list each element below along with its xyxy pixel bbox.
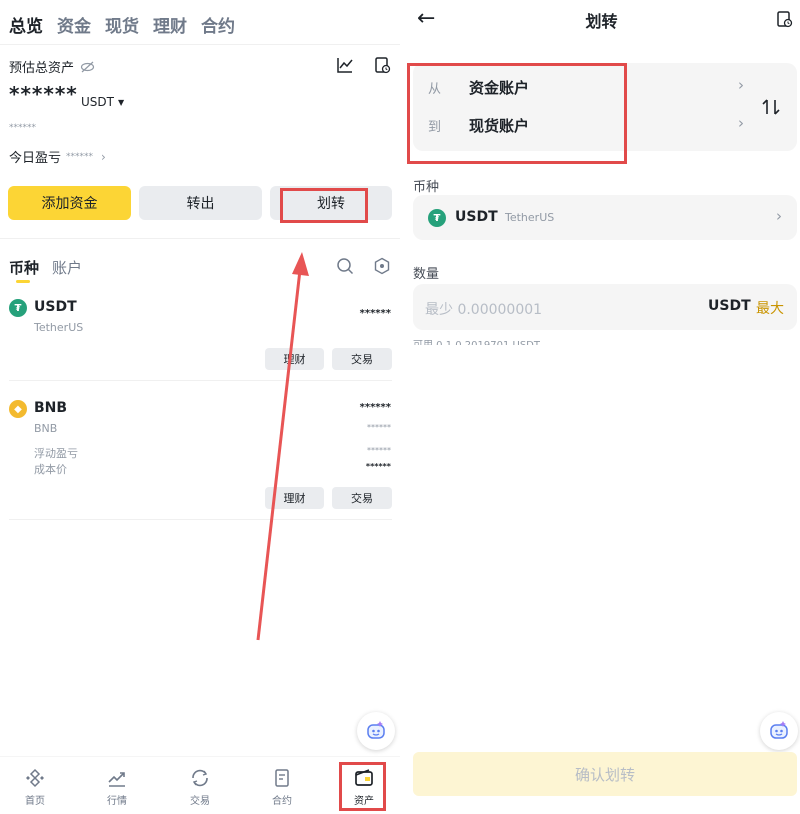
asset-name: BNB (34, 422, 58, 435)
asset-amount-masked: ****** (359, 402, 391, 413)
active-tab-indicator (16, 280, 30, 283)
caret-down-icon: ▼ (117, 97, 125, 107)
nav-trade[interactable]: 交易 (170, 768, 230, 807)
list-tab-coins[interactable]: 币种 (9, 257, 39, 278)
currency-selector[interactable]: USDT ▼ (81, 95, 124, 109)
row-divider (9, 519, 392, 520)
chevron-right-icon: › (776, 207, 782, 225)
nav-home-label: 首页 (25, 796, 45, 807)
list-item[interactable]: ₮ USDT TetherUS ****** 理财 交易 (0, 292, 400, 380)
section-divider (0, 238, 400, 239)
tab-earn[interactable]: 理财 (153, 12, 187, 37)
available-balance: 可用 0.1.0.2019701 USDT (413, 336, 540, 345)
today-pnl-label: 今日盈亏 (9, 151, 62, 166)
confirm-transfer-button[interactable]: 确认划转 (413, 752, 797, 796)
swap-accounts-icon[interactable] (761, 97, 781, 117)
nav-home[interactable]: 首页 (5, 768, 65, 807)
page-title: 划转 (585, 12, 618, 31)
usdt-coin-icon: ₮ (9, 299, 27, 317)
floating-pnl-masked: ****** (367, 446, 391, 455)
earn-button[interactable]: 理财 (265, 487, 324, 509)
amount-placeholder: 最少 0.00000001 (425, 302, 543, 318)
withdraw-button[interactable]: 转出 (139, 186, 262, 220)
coin-name: TetherUS (505, 211, 555, 224)
tab-overview[interactable]: 总览 (9, 12, 43, 37)
earn-button[interactable]: 理财 (265, 348, 324, 370)
row-divider (9, 380, 392, 381)
history-icon[interactable] (775, 10, 793, 28)
from-label: 从 (428, 82, 442, 97)
chevron-right-icon: › (738, 76, 744, 94)
chevron-right-icon: › (738, 114, 744, 132)
coin-selector[interactable]: ₮ USDT TetherUS › (413, 195, 797, 240)
nav-assets-label: 资产 (354, 796, 374, 807)
fiat-balance-masked: ****** (9, 123, 36, 133)
coin-symbol: USDT (455, 209, 498, 225)
transfer-button[interactable]: 划转 (270, 186, 392, 220)
nav-divider (0, 756, 400, 757)
estimated-total-row: 预估总资产 (9, 57, 95, 76)
trade-icon (192, 769, 208, 787)
add-funds-button[interactable]: 添加资金 (8, 186, 131, 220)
asset-name: TetherUS (34, 321, 84, 334)
to-account: 现货账户 (469, 117, 530, 135)
amount-unit: USDT (708, 298, 751, 314)
trade-button[interactable]: 交易 (332, 348, 392, 370)
bnb-coin-icon: ◆ (9, 400, 27, 418)
cost-price-masked: ****** (365, 462, 391, 471)
estimated-total-label: 预估总资产 (9, 61, 75, 76)
assistant-float-button[interactable] (357, 712, 395, 750)
hide-balance-icon[interactable] (80, 61, 95, 73)
from-account-row[interactable]: 从 资金账户 › (413, 63, 753, 107)
tab-spot[interactable]: 现货 (105, 12, 139, 37)
nav-futures-label: 合约 (272, 796, 292, 807)
today-pnl-masked: ****** (66, 151, 94, 162)
account-selector-card: 从 资金账户 › 到 现货账户 › (413, 63, 797, 151)
wallet-icon (355, 769, 373, 786)
tab-funding[interactable]: 资金 (57, 12, 91, 37)
from-account: 资金账户 (469, 79, 530, 97)
asset-subvalue-masked: ****** (367, 423, 391, 432)
asset-amount-masked: ****** (359, 308, 391, 319)
asset-symbol: BNB (34, 400, 68, 416)
markets-icon (108, 772, 125, 787)
usdt-coin-icon: ₮ (428, 209, 446, 227)
cost-price-label: 成本价 (34, 463, 67, 476)
header-divider (0, 44, 400, 45)
to-label: 到 (428, 120, 442, 135)
list-tab-accounts[interactable]: 账户 (52, 257, 82, 278)
assistant-bot-icon (367, 721, 385, 739)
tab-futures[interactable]: 合约 (201, 12, 235, 37)
assistant-float-button[interactable] (760, 712, 798, 750)
transfer-screen: ← 划转 从 资金账户 › 到 现货账户 › 币种 ₮ USDT TetherU… (403, 0, 800, 814)
asset-symbol: USDT (34, 299, 77, 315)
amount-input-field[interactable]: 最少 0.00000001 USDT 最大 (413, 284, 797, 330)
chevron-right-icon: › (101, 149, 106, 164)
futures-icon (275, 769, 289, 787)
to-account-row[interactable]: 到 现货账户 › (413, 107, 753, 151)
today-pnl-row[interactable]: 今日盈亏 ****** › (9, 147, 106, 167)
nav-markets[interactable]: 行情 (87, 768, 147, 807)
coin-section-label: 币种 (413, 180, 440, 195)
assistant-bot-icon (770, 721, 788, 739)
history-icon[interactable] (373, 56, 391, 74)
amount-section-label: 数量 (413, 267, 440, 282)
nav-assets[interactable]: 资产 (334, 768, 394, 807)
nav-futures[interactable]: 合约 (252, 768, 312, 807)
search-icon[interactable] (336, 257, 354, 275)
assets-overview-screen: 总览 资金 现货 理财 合约 预估总资产 ****** USDT ▼ *****… (0, 0, 400, 814)
nav-trade-label: 交易 (190, 796, 210, 807)
max-button[interactable]: 最大 (756, 298, 784, 318)
currency-label: USDT (81, 95, 114, 109)
chart-icon[interactable] (336, 56, 354, 74)
home-icon (26, 768, 44, 788)
nav-markets-label: 行情 (107, 796, 127, 807)
total-balance-masked: ****** (9, 82, 78, 106)
list-item[interactable]: ◆ BNB BNB ****** ****** 浮动盈亏 ****** 成本价 … (0, 392, 400, 518)
trade-button[interactable]: 交易 (332, 487, 392, 509)
floating-pnl-label: 浮动盈亏 (34, 447, 78, 460)
asset-category-tabs: 总览 资金 现货 理财 合约 (9, 12, 235, 37)
settings-hex-icon[interactable] (373, 257, 391, 275)
